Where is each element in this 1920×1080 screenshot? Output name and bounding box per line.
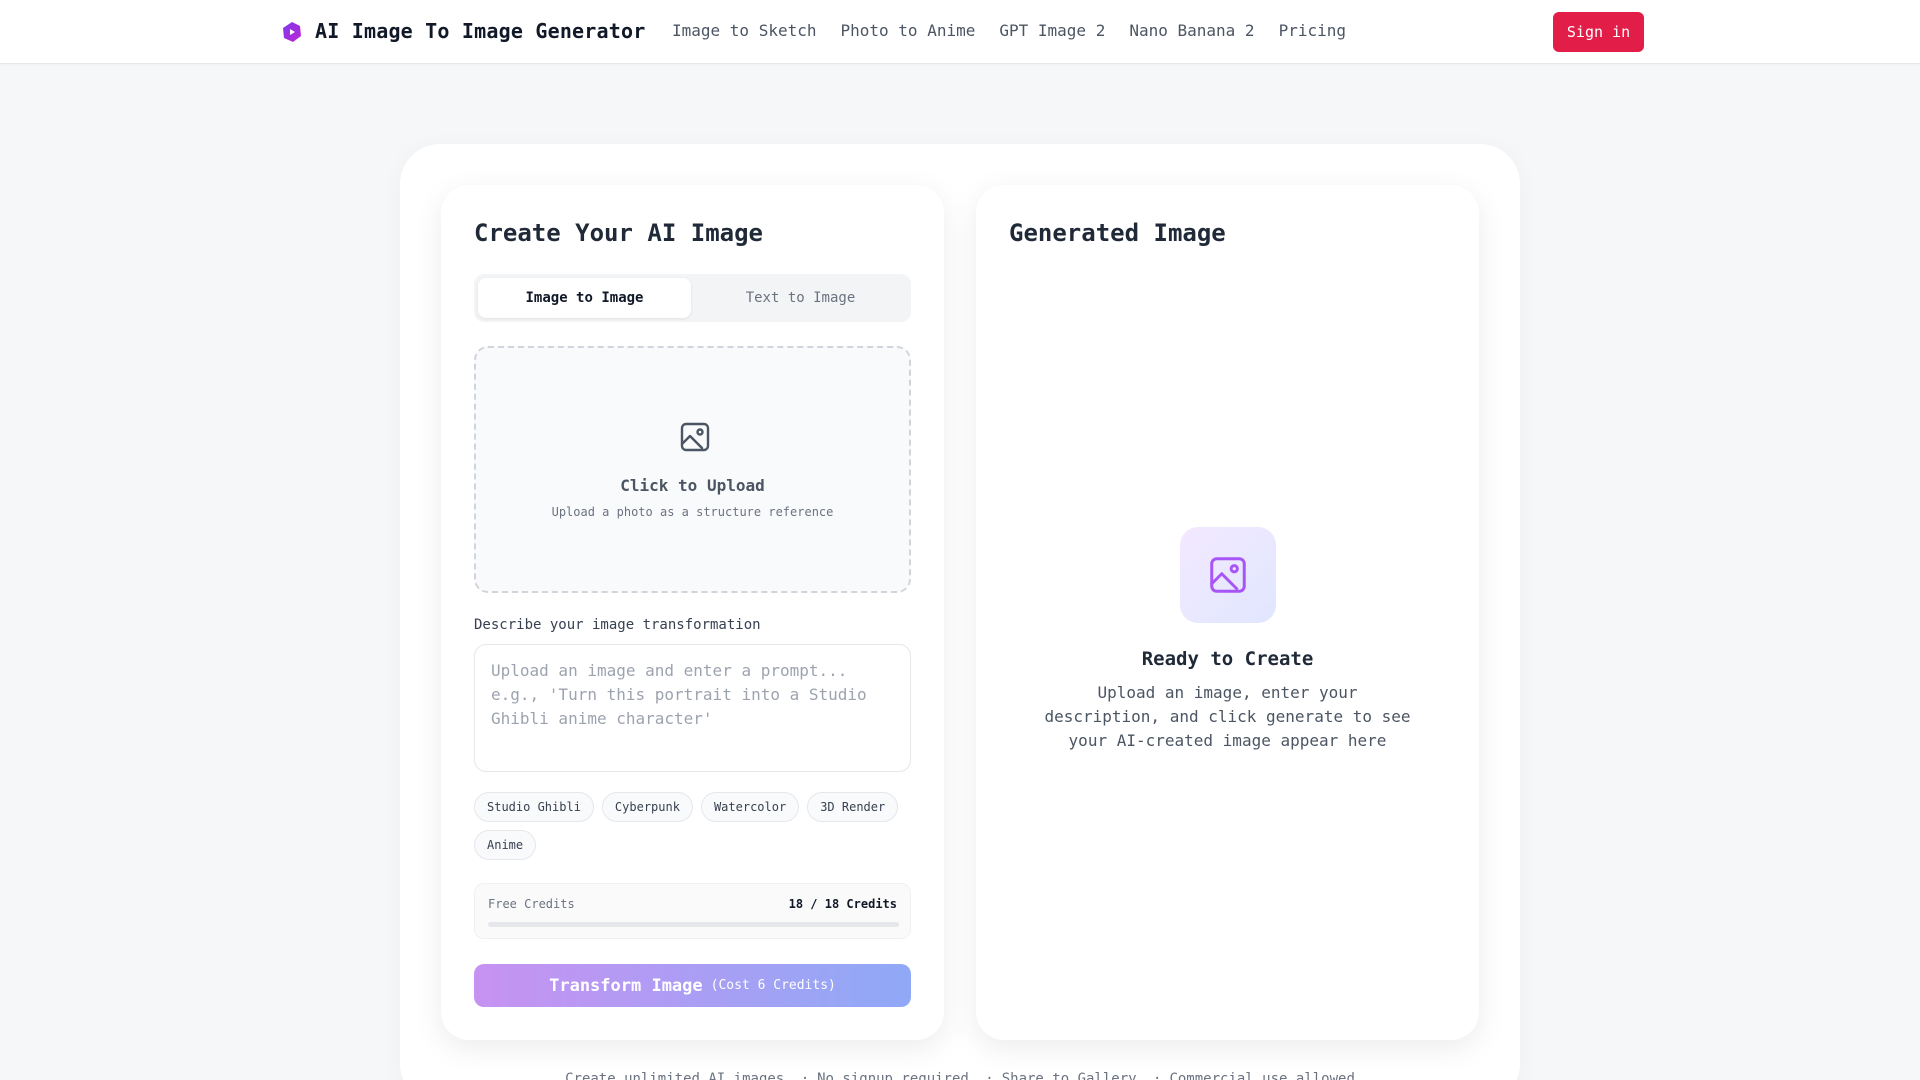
feature-item: Commercial use allowed bbox=[1145, 1071, 1355, 1080]
feature-item: No signup required bbox=[793, 1071, 969, 1080]
nav-nano-banana-2[interactable]: Nano Banana 2 bbox=[1129, 21, 1254, 40]
ready-description: Upload an image, enter your description,… bbox=[1044, 683, 1411, 750]
nav-gpt-image-2[interactable]: GPT Image 2 bbox=[999, 21, 1105, 40]
image-icon bbox=[680, 422, 710, 452]
style-chip-watercolor[interactable]: Watercolor bbox=[700, 792, 800, 822]
ready-title: Ready to Create bbox=[1141, 648, 1314, 670]
transform-label: Transform Image bbox=[549, 975, 703, 996]
feature-footer: Create unlimited AI images No signup req… bbox=[0, 1071, 1920, 1080]
credits-progress-bar bbox=[488, 922, 899, 927]
main-nav: Image to Sketch Photo to Anime GPT Image… bbox=[672, 21, 1346, 40]
sign-in-button[interactable]: Sign in bbox=[1553, 12, 1644, 52]
upload-dropzone[interactable]: Click to Upload Upload a photo as a stru… bbox=[474, 346, 911, 593]
upload-title: Click to Upload bbox=[620, 476, 765, 495]
upload-subtitle: Upload a photo as a structure reference bbox=[551, 505, 834, 519]
tab-image-to-image[interactable]: Image to Image bbox=[478, 278, 691, 318]
result-panel-title: Generated Image bbox=[1009, 219, 1226, 247]
nav-image-to-sketch[interactable]: Image to Sketch bbox=[672, 21, 817, 40]
credits-label: Free Credits bbox=[488, 897, 575, 911]
style-chips: Studio Ghibli Cyberpunk Watercolor 3D Re… bbox=[474, 792, 914, 860]
feature-item: Create unlimited AI images bbox=[565, 1071, 785, 1080]
create-panel-title: Create Your AI Image bbox=[474, 219, 763, 247]
credits-value: 18 / 18 Credits bbox=[788, 897, 897, 911]
style-chip-studio-ghibli[interactable]: Studio Ghibli bbox=[474, 792, 594, 822]
tab-text-to-image[interactable]: Text to Image bbox=[694, 278, 907, 318]
create-panel: Create Your AI Image Image to Image Text… bbox=[441, 185, 944, 1040]
prompt-input[interactable] bbox=[474, 644, 911, 772]
credits-progress-fill bbox=[488, 922, 899, 927]
style-chip-anime[interactable]: Anime bbox=[474, 830, 537, 860]
feature-item: Share to Gallery bbox=[977, 1071, 1136, 1080]
image-icon bbox=[1210, 557, 1246, 593]
transform-cost: (Cost 6 Credits) bbox=[710, 978, 836, 993]
prompt-label: Describe your image transformation bbox=[474, 617, 761, 633]
transform-image-button[interactable]: Transform Image (Cost 6 Credits) bbox=[474, 964, 911, 1007]
nav-photo-to-anime[interactable]: Photo to Anime bbox=[841, 21, 976, 40]
mode-tabs: Image to Image Text to Image bbox=[474, 274, 911, 322]
purple-blob-logo-icon[interactable] bbox=[282, 21, 302, 43]
style-chip-cyberpunk[interactable]: Cyberpunk bbox=[601, 792, 693, 822]
ready-icon-box bbox=[1180, 527, 1276, 623]
top-header: AI Image To Image Generator Image to Ske… bbox=[0, 0, 1920, 64]
brand-name[interactable]: AI Image To Image Generator bbox=[315, 19, 646, 43]
style-chip-3d-render[interactable]: 3D Render bbox=[807, 792, 899, 822]
result-panel: Generated Image Ready to Create Upload a… bbox=[976, 185, 1479, 1040]
nav-pricing[interactable]: Pricing bbox=[1279, 21, 1346, 40]
credits-box: Free Credits 18 / 18 Credits bbox=[474, 883, 911, 939]
